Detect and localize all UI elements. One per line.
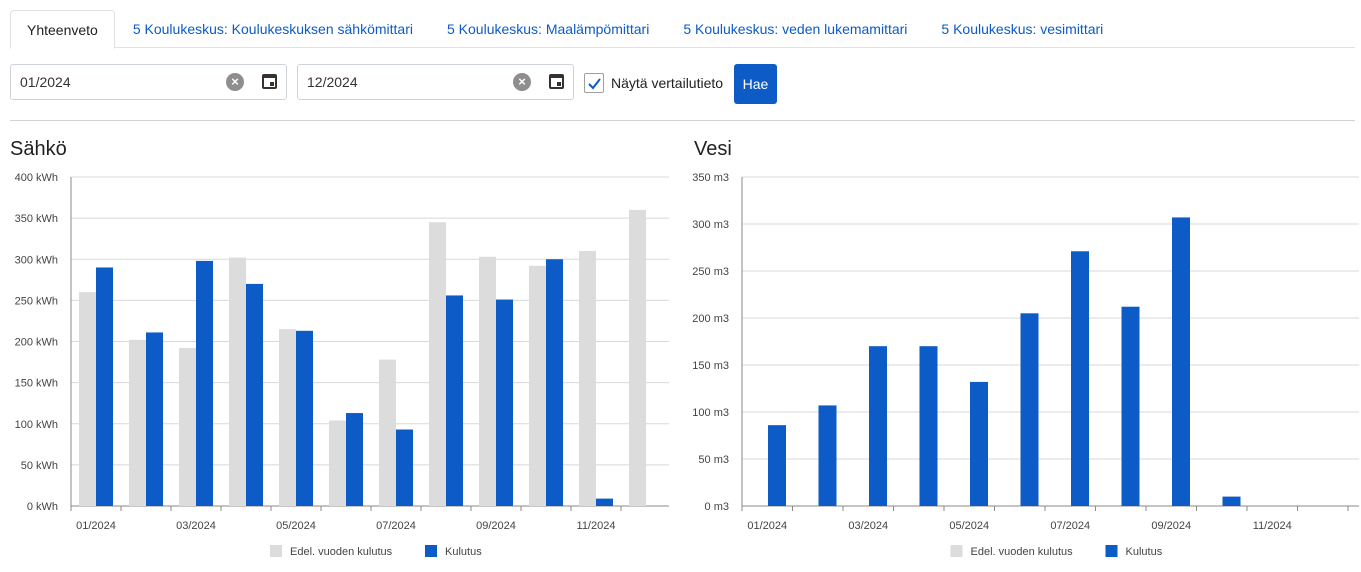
legend-label-previous[interactable]: Edel. vuoden kulutus <box>971 546 1074 558</box>
bar-consumption[interactable] <box>346 413 363 506</box>
y-tick-label: 150 m3 <box>692 360 729 372</box>
bar-consumption[interactable] <box>768 425 786 506</box>
x-tick-label: 03/2024 <box>848 520 888 532</box>
x-tick-label: 03/2024 <box>176 520 216 532</box>
bar-consumption[interactable] <box>246 283 263 506</box>
bar-previous-year[interactable] <box>379 359 396 506</box>
start-date-value[interactable]: 01/2024 <box>20 65 71 99</box>
y-tick-label: 300 kWh <box>15 254 58 266</box>
clear-start-date-icon[interactable]: × <box>226 73 244 91</box>
bar-previous-year[interactable] <box>429 222 446 507</box>
checkmark-icon <box>588 78 601 90</box>
clear-end-date-icon[interactable]: × <box>513 73 531 91</box>
compare-label[interactable]: Näytä vertailutieto <box>611 64 723 102</box>
bar-consumption[interactable] <box>1020 313 1039 506</box>
bar-consumption[interactable] <box>1121 306 1140 506</box>
calendar-icon[interactable] <box>549 74 564 89</box>
bar-consumption[interactable] <box>1172 217 1190 507</box>
x-tick-label: 07/2024 <box>1050 520 1090 532</box>
calendar-icon[interactable] <box>262 74 277 89</box>
divider <box>10 120 1355 121</box>
bar-consumption[interactable] <box>1222 496 1241 506</box>
bar-previous-year[interactable] <box>579 251 596 506</box>
y-tick-label: 50 kWh <box>21 460 58 472</box>
start-date-field[interactable]: 01/2024 × <box>10 64 287 100</box>
y-tick-label: 350 kWh <box>15 213 58 225</box>
bar-previous-year[interactable] <box>129 339 146 506</box>
legend-label-previous[interactable]: Edel. vuoden kulutus <box>290 546 393 558</box>
tab-water-reading-meter[interactable]: 5 Koulukeskus: veden lukemamittari <box>667 10 923 48</box>
bar-previous-year[interactable] <box>79 292 96 506</box>
y-tick-label: 0 kWh <box>27 501 58 513</box>
x-tick-label: 11/2024 <box>1253 520 1292 532</box>
filter-bar: 01/2024 × 12/2024 × Näytä vertailutieto … <box>10 64 810 104</box>
y-tick-label: 200 m3 <box>692 313 729 325</box>
y-tick-label: 250 m3 <box>692 266 729 278</box>
legend-swatch-consumption <box>1105 545 1118 557</box>
legend-swatch-previous <box>950 545 963 557</box>
bar-consumption[interactable] <box>869 346 887 506</box>
compare-checkbox[interactable] <box>584 73 604 93</box>
electricity-chart-title: Sähkö <box>10 138 67 160</box>
search-button[interactable]: Hae <box>734 64 777 104</box>
x-tick-label: 05/2024 <box>276 520 316 532</box>
water-chart-title: Vesi <box>694 138 732 160</box>
x-tick-label: 01/2024 <box>76 520 116 532</box>
bar-consumption[interactable] <box>546 259 563 506</box>
bar-previous-year[interactable] <box>179 348 196 506</box>
x-tick-label: 09/2024 <box>476 520 516 532</box>
x-tick-label: 09/2024 <box>1151 520 1191 532</box>
water-chart: 0 m3 50 m3 100 m3 150 m3 200 m3 250 m3 300 m3 3… <box>692 172 1359 558</box>
bar-previous-year[interactable] <box>329 420 346 506</box>
tab-bar: Yhteenveto 5 Koulukeskus: Koulukeskuksen… <box>10 10 1355 49</box>
bar-previous-year[interactable] <box>529 265 546 506</box>
tab-yhteenveto[interactable]: Yhteenveto <box>10 10 115 49</box>
bar-previous-year[interactable] <box>279 329 296 506</box>
bar-consumption[interactable] <box>396 429 413 506</box>
legend-swatch-consumption <box>425 545 437 557</box>
y-tick-label: 150 kWh <box>15 378 58 390</box>
bar-consumption[interactable] <box>818 405 837 506</box>
x-tick-label: 07/2024 <box>376 520 416 532</box>
bar-consumption[interactable] <box>970 381 988 506</box>
bar-previous-year[interactable] <box>479 256 496 506</box>
bar-previous-year[interactable] <box>629 209 646 506</box>
tab-geothermal-meter[interactable]: 5 Koulukeskus: Maalämpömittari <box>431 10 665 48</box>
bar-consumption[interactable] <box>919 346 938 506</box>
x-tick-label: 01/2024 <box>747 520 787 532</box>
y-tick-label: 50 m3 <box>698 454 729 466</box>
x-tick-label: 05/2024 <box>949 520 989 532</box>
electricity-chart: 0 kWh 50 kWh 100 kWh 150 kWh 200 kWh 250 kWh 3… <box>15 172 669 558</box>
bar-consumption[interactable] <box>196 260 213 506</box>
bar-consumption[interactable] <box>496 299 513 506</box>
tab-water-meter[interactable]: 5 Koulukeskus: vesimittari <box>925 10 1119 48</box>
y-tick-label: 100 m3 <box>692 407 729 419</box>
y-tick-label: 300 m3 <box>692 219 729 231</box>
y-tick-label: 100 kWh <box>15 419 58 431</box>
x-tick-label: 11/2024 <box>577 520 616 532</box>
bar-previous-year[interactable] <box>229 257 246 506</box>
bar-consumption[interactable] <box>596 498 613 506</box>
y-tick-label: 200 kWh <box>15 337 58 349</box>
bar-consumption[interactable] <box>296 330 313 506</box>
bar-consumption[interactable] <box>146 332 163 506</box>
y-tick-label: 250 kWh <box>15 295 58 307</box>
bar-consumption[interactable] <box>446 295 463 506</box>
y-tick-label: 400 kWh <box>15 172 58 184</box>
end-date-field[interactable]: 12/2024 × <box>297 64 574 100</box>
tab-electricity-meter[interactable]: 5 Koulukeskus: Koulukeskuksen sähkömitta… <box>117 10 429 48</box>
y-tick-label: 0 m3 <box>705 501 729 513</box>
legend-label-consumption[interactable]: Kulutus <box>445 546 482 558</box>
bar-consumption[interactable] <box>96 267 113 506</box>
end-date-value[interactable]: 12/2024 <box>307 65 358 99</box>
legend-swatch-previous <box>270 545 282 557</box>
y-tick-label: 350 m3 <box>692 172 729 184</box>
bar-consumption[interactable] <box>1071 251 1089 506</box>
legend-label-consumption[interactable]: Kulutus <box>1126 546 1163 558</box>
